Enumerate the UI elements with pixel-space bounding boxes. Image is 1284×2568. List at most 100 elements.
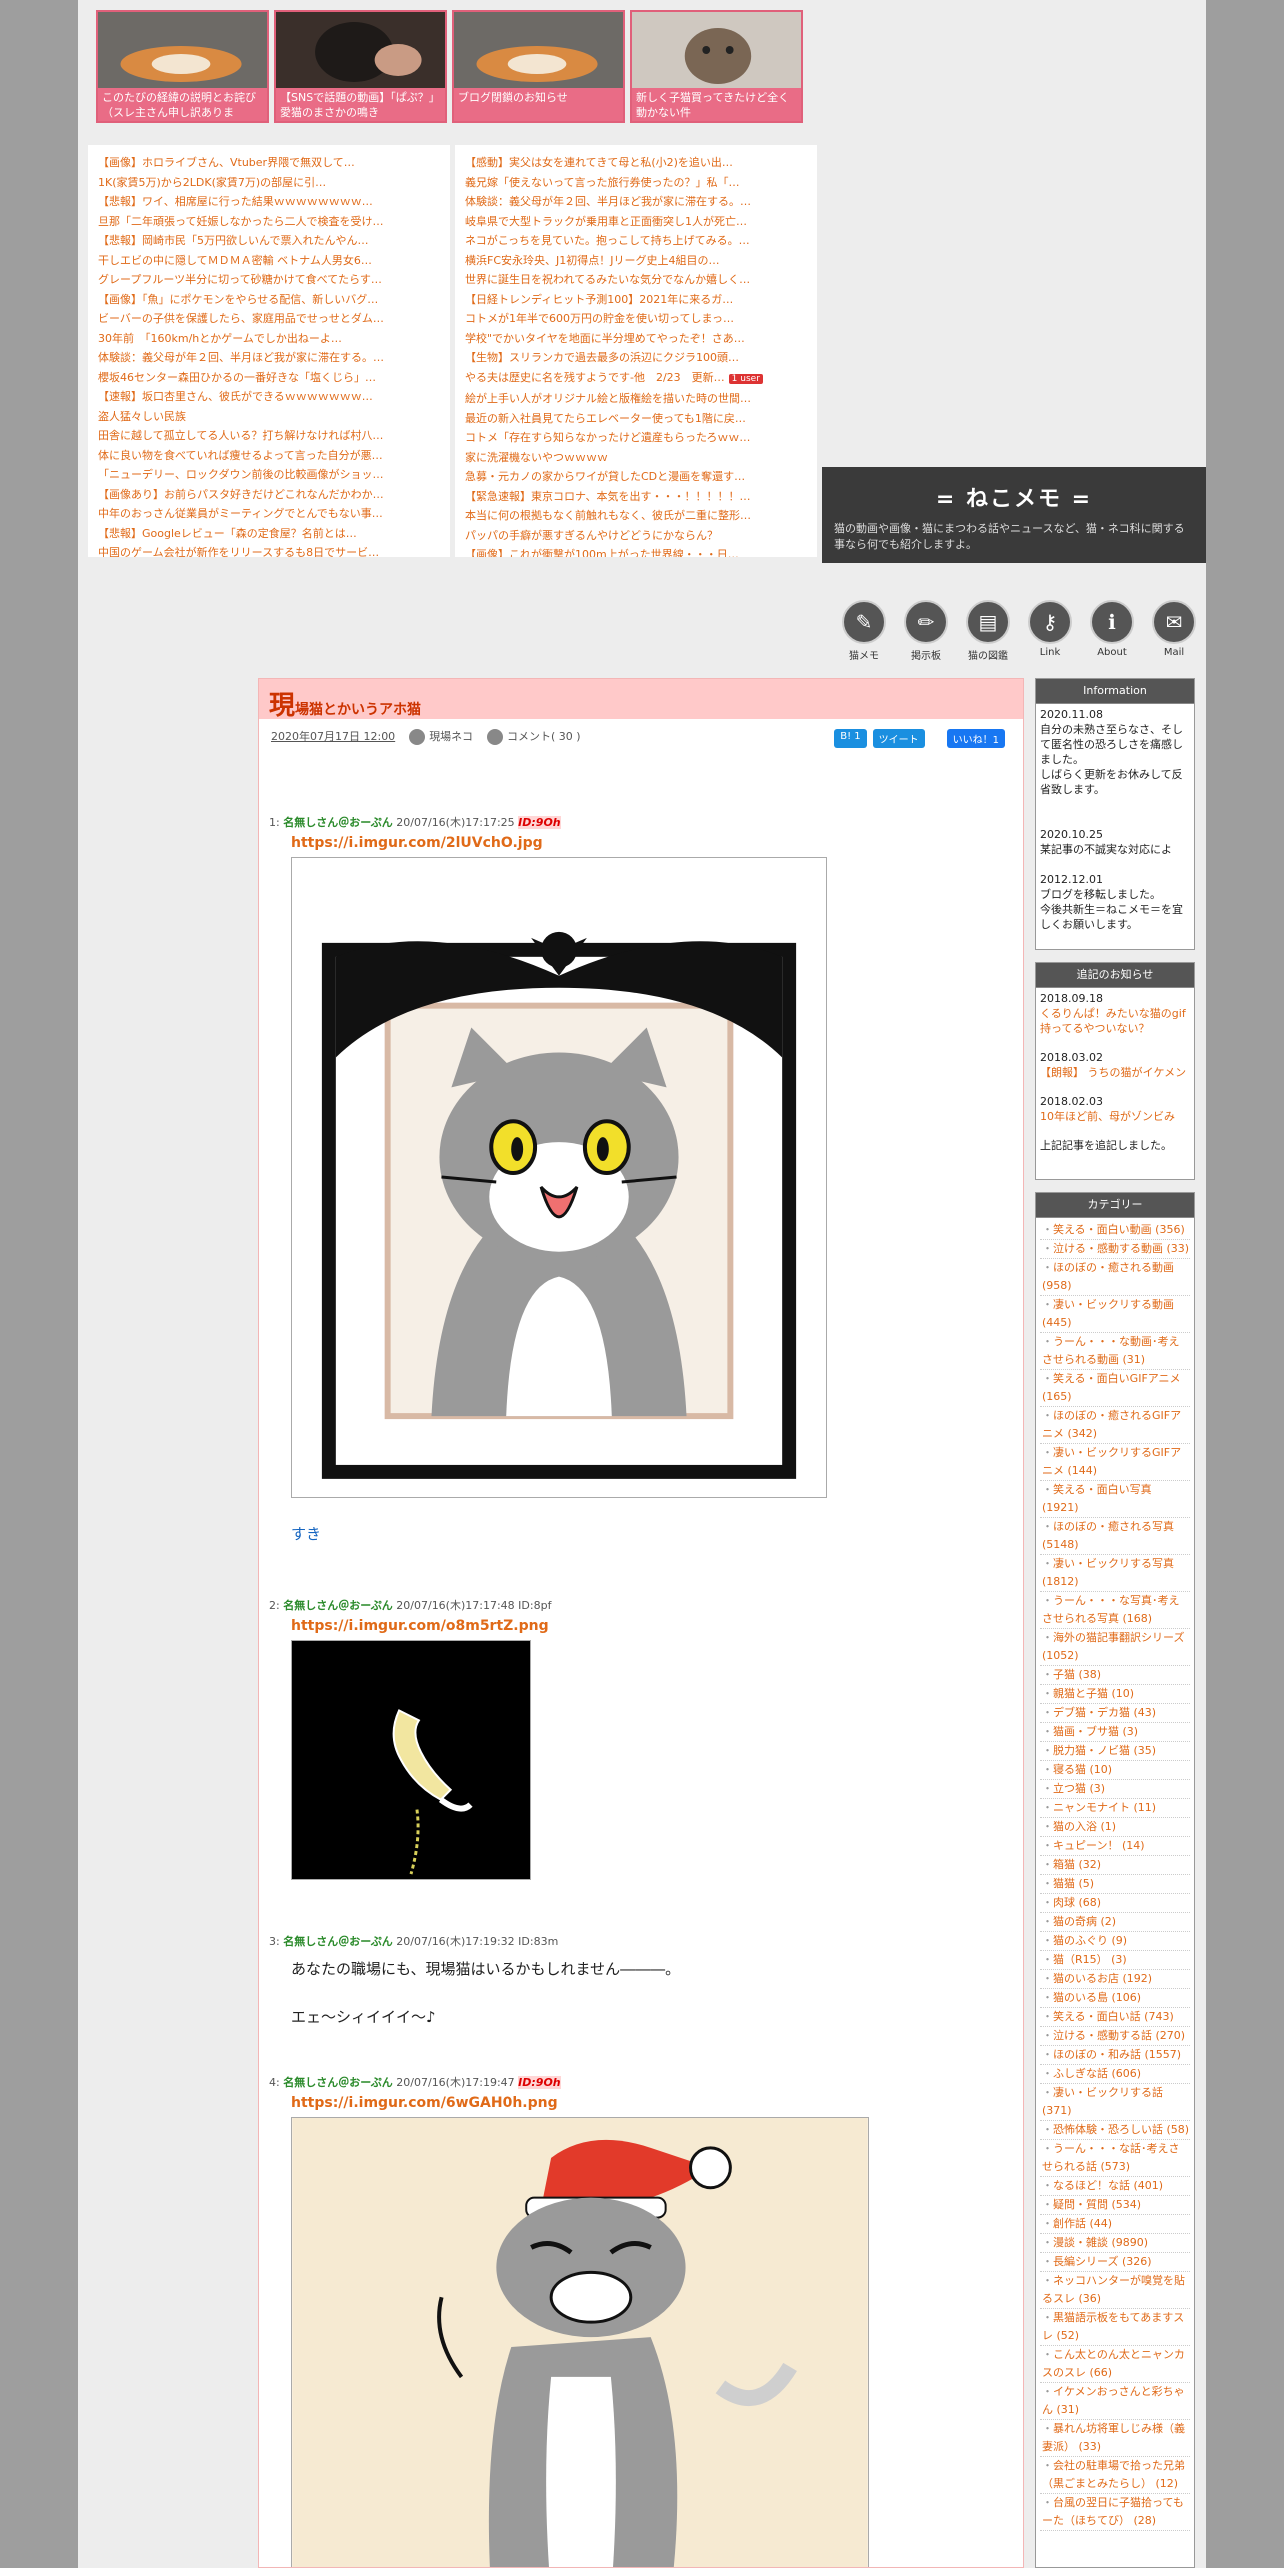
category-link[interactable]: 親猫と子猫 (10): [1040, 1685, 1190, 1704]
antenna-link[interactable]: 体に良い物を食べていれば痩せるよって言った自分が悪…: [98, 446, 440, 466]
category-link[interactable]: 創作話 (44): [1040, 2215, 1190, 2234]
category-link[interactable]: 脱力猫・ノビ猫 (35): [1040, 1742, 1190, 1761]
category-link[interactable]: ふしぎな話 (606): [1040, 2065, 1190, 2084]
antenna-link[interactable]: 義兄嫁「使えないって言った旅行券使ったの？」私「…: [465, 173, 807, 193]
thumb-card[interactable]: 新しく子猫買ってきたけど全く動かない件: [630, 10, 803, 123]
category-link[interactable]: なるほど！な話 (401): [1040, 2177, 1190, 2196]
antenna-link[interactable]: 岐阜県で大型トラックが乗用車と正面衝突し1人が死亡…: [465, 212, 807, 232]
antenna-link[interactable]: 30年前 「160km/hとかゲームでしか出ねーよ…: [98, 329, 440, 349]
post-image-link[interactable]: https://i.imgur.com/o8m5rtZ.png: [291, 1618, 551, 1634]
antenna-link[interactable]: ネコがこっちを見ていた。抱っこして持ち上げてみる。…: [465, 231, 807, 251]
antenna-link[interactable]: 1K(家賃5万)から2LDK(家賃7万)の部屋に引…: [98, 173, 440, 193]
hatena-bookmark-button[interactable]: B! 1: [834, 729, 867, 748]
antenna-link[interactable]: 【緊急速報】東京コロナ、本気を出す・・・！！！！！…: [465, 487, 807, 507]
antenna-link[interactable]: 盗人猛々しい民族: [98, 407, 440, 427]
category-link[interactable]: 暴れん坊将軍しじみ様（義妻派） (33): [1040, 2420, 1190, 2457]
antenna-link[interactable]: 【速報】坂口杏里さん、彼氏ができるｗｗｗｗｗｗｗ…: [98, 387, 440, 407]
nav-item-猫メモ[interactable]: ✎ 猫メモ: [839, 600, 889, 662]
category-link[interactable]: 箱猫 (32): [1040, 1856, 1190, 1875]
category-link[interactable]: 肉球 (68): [1040, 1894, 1190, 1913]
antenna-link[interactable]: 世界に誕生日を祝われてるみたいな気分でなんか嬉しく…: [465, 270, 807, 290]
category-link[interactable]: 猫のいるお店 (192): [1040, 1970, 1190, 1989]
antenna-link[interactable]: ビーバーの子供を保護したら、家庭用品でせっせとダム…: [98, 309, 440, 329]
antenna-link[interactable]: コトメ「存在すら知らなかったけど遺産もらったろｗｗ…: [465, 428, 807, 448]
antenna-link[interactable]: 「ニューデリー、ロックダウン前後の比較画像がショッ…: [98, 465, 440, 485]
category-link[interactable]: うーん・・・な写真･考えさせられる写真 (168): [1040, 1592, 1190, 1629]
category-link[interactable]: 笑える・面白い話 (743): [1040, 2008, 1190, 2027]
addendum-link[interactable]: 【朗報】 うちの猫がイケメン: [1040, 1065, 1190, 1080]
antenna-link[interactable]: 【悲報】ワイ、相席屋に行った結果ｗｗｗｗｗｗｗｗ…: [98, 192, 440, 212]
antenna-link[interactable]: 中年のおっさん従業員がミーティングでとんでもない事…: [98, 504, 440, 524]
thumb-card[interactable]: このたびの経緯の説明とお詫び（スレ主さん申し訳ありま: [96, 10, 269, 123]
category-link[interactable]: ほのぼの・癒されるGIFアニメ (342): [1040, 1407, 1190, 1444]
antenna-link[interactable]: 横浜FC安永玲央、J1初得点！Jリーグ史上4組目の…: [465, 251, 807, 271]
article-comments[interactable]: コメント( 30 ): [486, 728, 581, 745]
category-link[interactable]: 長編シリーズ (326): [1040, 2253, 1190, 2272]
category-link[interactable]: 寝る猫 (10): [1040, 1761, 1190, 1780]
genba-cat-portrait-image[interactable]: [291, 857, 827, 1498]
category-link[interactable]: 漫談・雑談 (9890): [1040, 2234, 1190, 2253]
category-link[interactable]: 会社の駐車場で拾った兄弟（黒ごまとみたらし） (12): [1040, 2457, 1190, 2494]
category-link[interactable]: 恐怖体験・恐ろしい話 (58): [1040, 2121, 1190, 2140]
category-link[interactable]: 凄い・ビックリするGIFアニメ (144): [1040, 1444, 1190, 1481]
antenna-link[interactable]: 干しエビの中に隠してＭＤＭＡ密輸 ベトナム人男女6…: [98, 251, 440, 271]
category-link[interactable]: ほのぼの・癒される動画 (958): [1040, 1259, 1190, 1296]
category-link[interactable]: うーん・・・な動画･考えさせられる動画 (31): [1040, 1333, 1190, 1370]
category-link[interactable]: 猫（R15） (3): [1040, 1951, 1190, 1970]
nav-item-mail[interactable]: ✉ Mail: [1149, 600, 1199, 662]
category-link[interactable]: こん太とのん太とニャンカスのスレ (66): [1040, 2346, 1190, 2383]
post-image-link[interactable]: https://i.imgur.com/2lUVchO.jpg: [291, 835, 827, 851]
antenna-link[interactable]: 旦那「二年頑張って妊娠しなかったら二人で検査を受け…: [98, 212, 440, 232]
category-link[interactable]: 台風の翌日に子猫拾ってもーた（ほちてび） (28): [1040, 2494, 1190, 2531]
antenna-link[interactable]: 田舎に越して孤立してる人いる？打ち解けなければ村八…: [98, 426, 440, 446]
category-link[interactable]: うーん・・・な話･考えさせられる話 (573): [1040, 2140, 1190, 2177]
antenna-link[interactable]: 体験談：義父母が年２回、半月ほど我が家に滞在する。…: [465, 192, 807, 212]
addendum-link[interactable]: くるりんぱ！みたいな猫のgif持ってるやついない？: [1040, 1006, 1190, 1036]
antenna-link[interactable]: 【感動】実父は女を連れてきて母と私(小2)を追い出…: [465, 153, 807, 173]
category-link[interactable]: 凄い・ビックリする動画 (445): [1040, 1296, 1190, 1333]
category-link[interactable]: 笑える・面白いGIFアニメ (165): [1040, 1370, 1190, 1407]
nav-item-about[interactable]: ℹ About: [1087, 600, 1137, 662]
antenna-link[interactable]: 最近の新入社員見てたらエレベーター使っても1階に戻…: [465, 409, 807, 429]
antenna-link[interactable]: 家に洗濯機ないやつｗｗｗｗ: [465, 448, 807, 468]
category-link[interactable]: 笑える・面白い写真 (1921): [1040, 1481, 1190, 1518]
nav-item-猫の図鑑[interactable]: ▤ 猫の図鑑: [963, 600, 1013, 662]
category-link[interactable]: 猫の奇病 (2): [1040, 1913, 1190, 1932]
antenna-link[interactable]: パッパの手癖が悪すぎるんやけどどうにかならん？: [465, 526, 807, 546]
category-link[interactable]: ニャンモナイト (11): [1040, 1799, 1190, 1818]
category-link[interactable]: イケメンおっさんと彩ちゃん (31): [1040, 2383, 1190, 2420]
article-title[interactable]: 現場猫とかいうアホ猫: [259, 679, 1023, 721]
antenna-link[interactable]: 【画像】これが衝撃が100m上がった世界線・・・日…: [465, 545, 807, 557]
thumb-card[interactable]: 【SNSで話題の動画】「ぱぷ？」 愛猫のまさかの鳴き: [274, 10, 447, 123]
antenna-link[interactable]: グレープフルーツ半分に切って砂糖かけて食べてたらす…: [98, 270, 440, 290]
category-link[interactable]: 凄い・ビックリする写真 (1812): [1040, 1555, 1190, 1592]
category-link[interactable]: 猫のふぐり (9): [1040, 1932, 1190, 1951]
antenna-link[interactable]: 【悲報】Googleレビュー「森の定食屋？名前とは…: [98, 524, 440, 544]
article-date[interactable]: 2020年07月17日 12:00: [271, 728, 395, 744]
santa-genba-cat-image[interactable]: [291, 2117, 869, 2568]
category-link[interactable]: 凄い・ビックリする話 (371): [1040, 2084, 1190, 2121]
antenna-link[interactable]: やる夫は歴史に名を残すようです-他 2/23 更新… 1 user: [465, 368, 807, 390]
antenna-link[interactable]: 【画像】「魚」にポケモンをやらせる配信、新しいバグ…: [98, 290, 440, 310]
facebook-like-button[interactable]: いいね！1: [946, 729, 1005, 748]
category-link[interactable]: 疑問・質問 (534): [1040, 2196, 1190, 2215]
category-link[interactable]: 黒猫語示板をもてあますスレ (52): [1040, 2309, 1190, 2346]
tweet-button[interactable]: ツイート: [872, 729, 925, 748]
category-link[interactable]: 猫の入浴 (1): [1040, 1818, 1190, 1837]
antenna-link[interactable]: 【日経トレンディヒット予測100】2021年に来るガ…: [465, 290, 807, 310]
post-image-link[interactable]: https://i.imgur.com/6wGAH0h.png: [291, 2095, 869, 2111]
article-category[interactable]: 現場ネコ: [409, 728, 473, 745]
addendum-link[interactable]: 10年ほど前、母がゾンビみ: [1040, 1109, 1190, 1124]
category-link[interactable]: 海外の猫記事翻訳シリーズ (1052): [1040, 1629, 1190, 1666]
category-link[interactable]: ほのぼの・和み話 (1557): [1040, 2046, 1190, 2065]
category-link[interactable]: 笑える・面白い動画 (356): [1040, 1221, 1190, 1240]
category-link[interactable]: 猫猫 (5): [1040, 1875, 1190, 1894]
antenna-link[interactable]: 体験談：義父母が年２回、半月ほど我が家に滞在する。…: [98, 348, 440, 368]
telephone-receiver-image[interactable]: [291, 1640, 531, 1880]
antenna-link[interactable]: 絵が上手い人がオリジナル絵と版権絵を描いた時の世間…: [465, 389, 807, 409]
category-link[interactable]: 子猫 (38): [1040, 1666, 1190, 1685]
nav-item-掲示板[interactable]: ✏ 掲示板: [901, 600, 951, 662]
category-link[interactable]: 猫画・ブサ猫 (3): [1040, 1723, 1190, 1742]
antenna-link[interactable]: 急募・元カノの家からワイが貸したCDと漫画を奪還す…: [465, 467, 807, 487]
antenna-link[interactable]: 【画像あり】お前らパスタ好きだけどこれなんだかわか…: [98, 485, 440, 505]
